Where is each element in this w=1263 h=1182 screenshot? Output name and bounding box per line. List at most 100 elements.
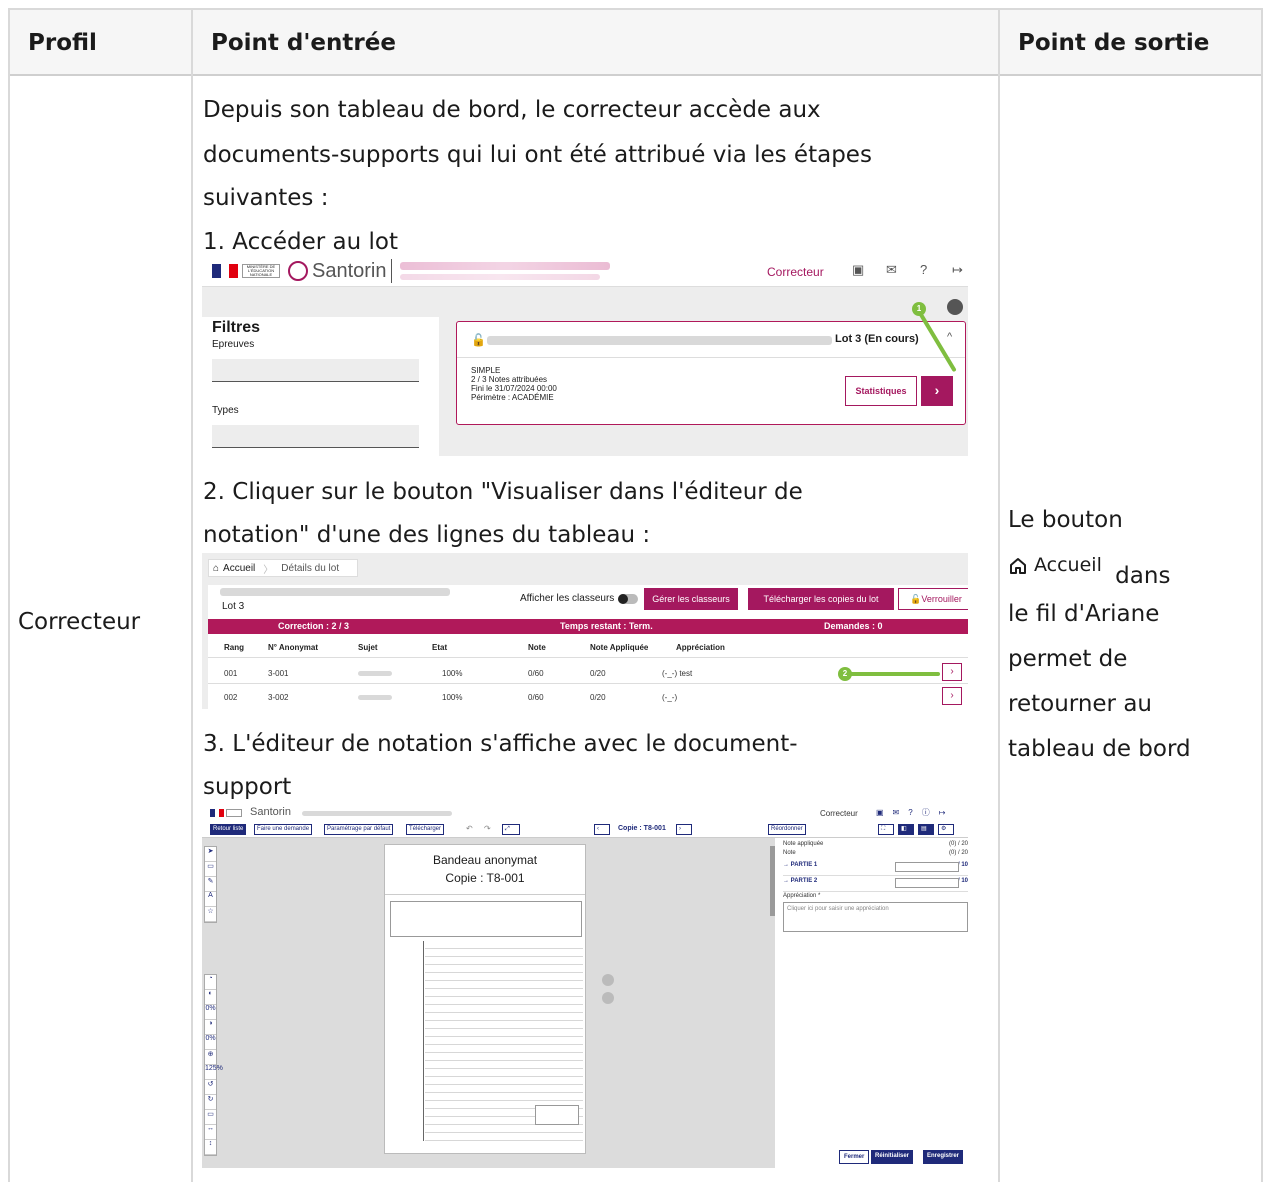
show-binders-label: Afficher les classeurs	[520, 593, 615, 604]
table-header: Profil Point d'entrée Point de sortie	[10, 10, 1263, 76]
view-toggle-icon[interactable]: ⛶	[878, 824, 894, 835]
intro-line: documents-supports qui lui ont été attri…	[203, 142, 872, 168]
fit-page-icon[interactable]: ▭	[205, 1110, 216, 1125]
undo-icon[interactable]: ↶	[466, 824, 473, 833]
next-copy-button[interactable]: ›	[676, 824, 692, 835]
back-to-list-button[interactable]: Retour liste	[210, 824, 247, 835]
cell: 001	[224, 669, 238, 678]
page-number-box	[535, 1105, 579, 1125]
blurred-text	[400, 262, 610, 270]
contrast-icon[interactable]: ◐	[205, 990, 216, 1005]
logout-icon[interactable]: ↦	[952, 262, 963, 278]
lot-card-header[interactable]: 🔓 Lot 3 (En cours) ^	[457, 322, 965, 358]
manage-binders-button[interactable]: Gérer les classeurs	[644, 588, 738, 610]
breadcrumb-separator: 〉	[263, 564, 274, 576]
rotate-right-icon[interactable]: ↻	[205, 1095, 216, 1110]
open-lot-button[interactable]: ›	[921, 376, 953, 406]
screenshot-lot-details: ⌂ Accueil 〉 Détails du lot Lot 3 Affiche…	[202, 553, 968, 709]
annotation-toolbar: ➤ ▭ ✎ A ☆	[204, 846, 217, 923]
ministry-logo: MINISTÈRE DE L'ÉDUCATION NATIONALE	[242, 264, 280, 278]
partie1-label: → PARTIE 1	[783, 862, 818, 868]
column-divider	[998, 10, 1000, 1182]
settings-icon[interactable]: ⚙	[938, 824, 954, 835]
column-header[interactable]: Appréciation	[676, 643, 725, 652]
header-icons[interactable]: ▣✉?ⓘ↦	[876, 807, 954, 818]
blurred-text	[302, 811, 452, 816]
lock-button[interactable]: 🔓Verrouiller	[898, 588, 968, 610]
download-copies-button[interactable]: Télécharger les copies du lot	[748, 588, 894, 610]
breadcrumb-current: Détails du lot	[281, 562, 340, 574]
column-header[interactable]: N° Anonymat	[268, 643, 318, 652]
breadcrumb-home[interactable]: Accueil	[223, 563, 255, 574]
open-editor-button[interactable]: ›	[942, 663, 962, 681]
cell: 0/60	[528, 669, 544, 678]
types-select[interactable]	[212, 425, 419, 448]
filters-title: Filtres	[212, 319, 261, 336]
appreciation-input[interactable]: Cliquer ici pour saisir une appréciation	[783, 902, 968, 932]
open-editor-button[interactable]: ›	[942, 687, 962, 705]
column-header[interactable]: Sujet	[358, 643, 378, 652]
help-icon[interactable]: ?	[920, 262, 927, 277]
view-toolbar: ◔ ◐ 0% ◑ 0% ⊕ 125% ↺ ↻ ▭ ↔ ↕	[204, 974, 223, 1156]
redo-icon[interactable]: ↷	[484, 824, 491, 833]
form-header-box	[390, 901, 582, 937]
brightness-icon[interactable]: ◑	[205, 1020, 216, 1035]
mail-icon[interactable]: ✉	[886, 262, 897, 278]
rotate-page-icon[interactable]	[602, 974, 614, 986]
home-icon[interactable]: ⌂	[209, 563, 223, 574]
make-request-button[interactable]: Faire une demande	[254, 824, 313, 835]
column-header[interactable]: Note	[528, 643, 546, 652]
show-binders-toggle[interactable]	[618, 594, 638, 604]
partie2-row: → PARTIE 2 / 10	[783, 878, 968, 892]
chevron-up-icon[interactable]: ^	[947, 331, 952, 343]
download-button[interactable]: Télécharger	[406, 824, 445, 835]
reset-button[interactable]: Réinitialiser	[871, 1150, 914, 1164]
appreciation-label: Appréciation *	[783, 893, 821, 899]
fit-width-icon[interactable]: ↔	[205, 1125, 216, 1140]
previous-copy-button[interactable]: ‹	[594, 824, 610, 835]
brightness-value: 0%	[205, 1035, 216, 1050]
view-toggle-icon[interactable]: ▤	[918, 824, 934, 835]
column-header[interactable]: Etat	[432, 643, 447, 652]
cell: (-_-) test	[662, 669, 693, 678]
flag-logo	[212, 264, 238, 278]
blurred-text	[220, 588, 450, 596]
fit-height-icon[interactable]: ↕	[205, 1140, 216, 1155]
requests-count: Demandes : 0	[824, 621, 883, 631]
partie1-row: → PARTIE 1 / 10	[783, 862, 968, 876]
note-appliquee-label: Note appliquée	[783, 841, 824, 847]
filters-panel: Filtres Epreuves Types	[202, 317, 439, 456]
rotate-left-icon[interactable]: ↺	[205, 1080, 216, 1095]
role-label: Correcteur	[767, 265, 824, 279]
screenshot-editor: Santorin Correcteur ▣✉?ⓘ↦ Retour liste F…	[202, 806, 968, 1168]
cell: 3-001	[268, 669, 289, 678]
close-button[interactable]: Fermer	[839, 1150, 870, 1164]
profile-icon[interactable]: ▣	[852, 262, 864, 278]
statistics-button[interactable]: Statistiques	[845, 376, 917, 406]
fullscreen-icon[interactable]: ⤢	[502, 824, 520, 835]
list-view-icon[interactable]	[947, 299, 963, 315]
view-toggle-icon[interactable]: ◧	[898, 824, 914, 835]
rotate-page-icon[interactable]	[602, 992, 614, 1004]
exit-line: tableau de bord	[1008, 735, 1191, 762]
pen-tool-icon[interactable]: ✎	[205, 877, 216, 892]
text-tool-icon[interactable]: A	[205, 892, 216, 907]
column-header[interactable]: Note Appliquée	[590, 643, 648, 652]
star-tool-icon[interactable]: ☆	[205, 907, 216, 922]
partie1-select[interactable]	[895, 862, 959, 872]
cursor-tool-icon[interactable]: ➤	[205, 847, 216, 862]
comment-tool-icon[interactable]: ▭	[205, 862, 216, 877]
palette-icon[interactable]: ◔	[205, 975, 216, 990]
save-button[interactable]: Enregistrer	[923, 1150, 964, 1164]
correction-status: Correction : 2 / 3	[278, 621, 350, 631]
lot-notes: 2 / 3 Notes attribuées	[471, 375, 548, 384]
partie2-select[interactable]	[895, 878, 959, 888]
zoom-icon[interactable]: ⊕	[205, 1050, 216, 1065]
anonymat-title: Bandeau anonymat	[432, 853, 538, 867]
column-header[interactable]: Rang	[224, 643, 244, 652]
default-settings-button[interactable]: Paramétrage par défaut	[324, 824, 394, 835]
anonymat-band: Bandeau anonymat Copie : T8-001	[385, 845, 585, 895]
cell: 0/20	[590, 669, 606, 678]
reorder-button[interactable]: Réordonner	[768, 824, 806, 835]
epreuves-select[interactable]	[212, 359, 419, 382]
